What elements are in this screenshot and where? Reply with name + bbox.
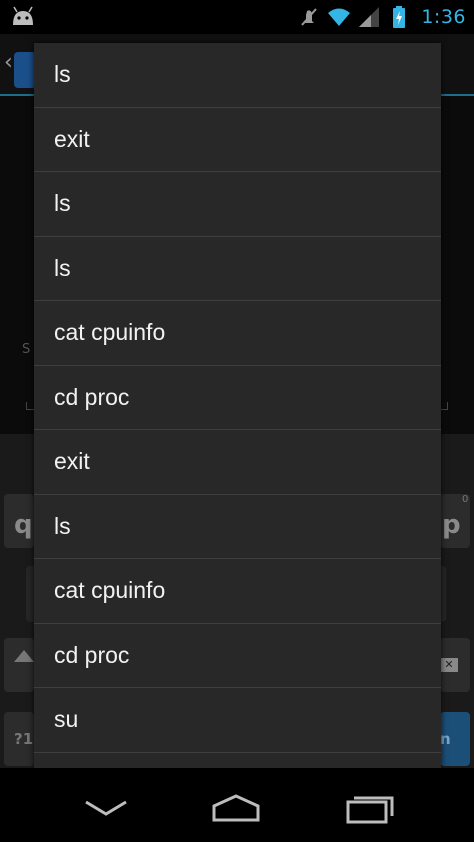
background-label: S xyxy=(22,342,31,357)
go-key[interactable]: n xyxy=(440,712,470,766)
symbols-key[interactable]: ?1 xyxy=(4,712,34,766)
mute-icon xyxy=(301,8,318,26)
command-history-popup: ls exit ls ls cat cpuinfo cd proc exit l… xyxy=(34,43,441,768)
clock: 1:36 xyxy=(421,6,466,28)
back-icon[interactable] xyxy=(76,790,136,824)
list-item[interactable]: ls xyxy=(34,172,441,237)
list-item[interactable]: su xyxy=(34,688,441,753)
list-item[interactable]: cat cpuinfo xyxy=(34,301,441,366)
navigation-bar xyxy=(0,768,474,842)
list-item[interactable]: cd proc xyxy=(34,366,441,430)
app-logo-icon xyxy=(14,52,36,88)
home-icon[interactable] xyxy=(206,790,266,824)
shift-key[interactable] xyxy=(4,638,34,692)
delete-icon: ✕ xyxy=(440,658,458,672)
list-item[interactable] xyxy=(34,753,441,769)
signal-icon xyxy=(359,7,380,27)
android-icon xyxy=(13,6,33,25)
status-bar: 1:36 xyxy=(0,0,474,34)
list-item[interactable]: ls xyxy=(34,43,441,108)
key-p-alt-label: 0 xyxy=(462,494,469,505)
list-item[interactable]: cat cpuinfo xyxy=(34,559,441,624)
list-item[interactable]: cd proc xyxy=(34,624,441,688)
wifi-icon xyxy=(328,8,351,26)
recent-apps-icon[interactable] xyxy=(340,790,400,824)
key-q[interactable]: q xyxy=(4,494,34,548)
list-item[interactable]: exit xyxy=(34,430,441,495)
list-item[interactable]: ls xyxy=(34,495,441,559)
list-item[interactable]: ls xyxy=(34,237,441,301)
list-item[interactable]: exit xyxy=(34,108,441,172)
battery-charging-icon xyxy=(393,6,406,28)
shift-icon xyxy=(14,650,34,662)
